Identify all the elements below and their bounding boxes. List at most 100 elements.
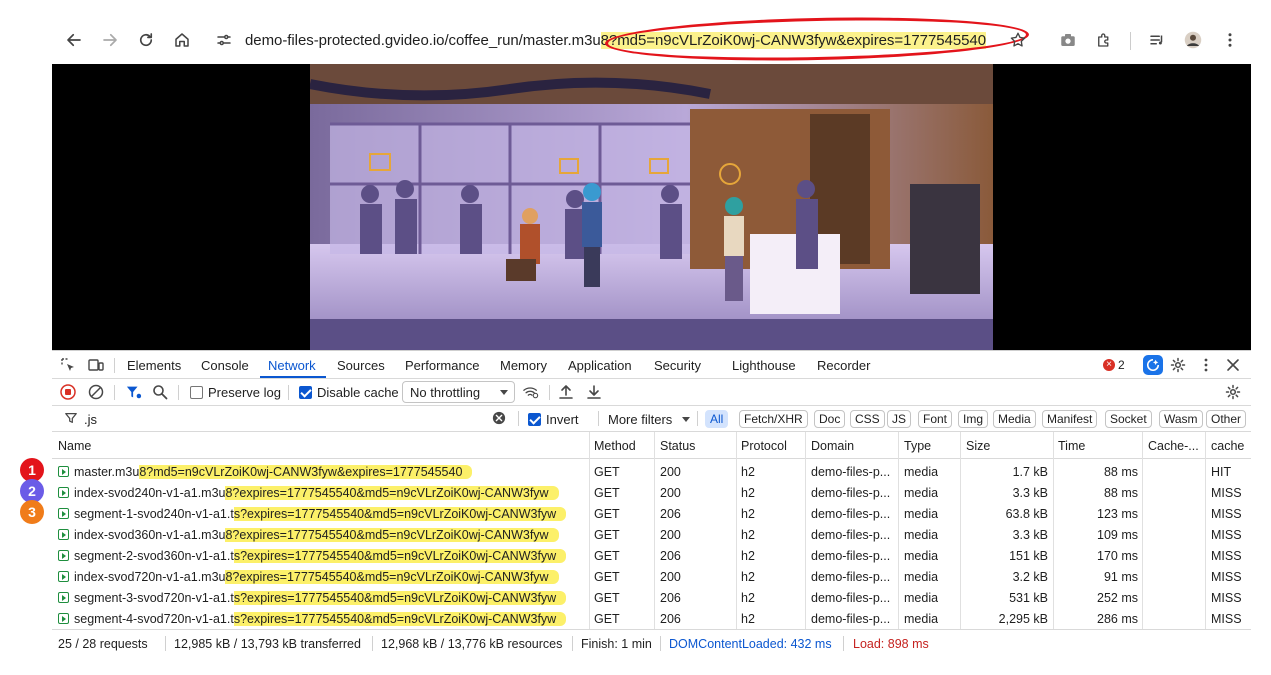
toolbar-divider	[1130, 32, 1131, 50]
devtools-menu-button[interactable]	[1198, 357, 1214, 373]
table-row[interactable]: master.m3u8?md5=n9cVLrZoiK0wj-CANW3fyw&e…	[52, 461, 1251, 482]
type-filter-doc[interactable]: Doc	[814, 410, 846, 428]
extensions-button[interactable]	[1092, 28, 1116, 52]
site-info-button[interactable]	[212, 28, 236, 52]
invert-checkbox[interactable]: Invert	[528, 412, 579, 427]
error-counter[interactable]: × 2	[1103, 358, 1125, 372]
type-filter-all[interactable]: All	[705, 410, 729, 428]
forward-button[interactable]	[98, 28, 122, 52]
video-player[interactable]	[52, 64, 1251, 350]
back-button[interactable]	[62, 28, 86, 52]
request-type: media	[904, 528, 939, 542]
media-control-button[interactable]	[1145, 28, 1169, 52]
preserve-log-checkbox[interactable]: Preserve log	[190, 385, 281, 400]
devtools-settings-button[interactable]	[1170, 357, 1186, 373]
request-query-highlight: 8?expires=1777545540&md5=n9cVLrZoiK0wj-C…	[225, 486, 559, 500]
request-name[interactable]: segment-2-svod360n-v1-a1.ts?expires=1777…	[58, 549, 588, 563]
table-row[interactable]: index-svod720n-v1-a1.m3u8?expires=177754…	[52, 566, 1251, 587]
type-filter-other[interactable]: Other	[1206, 410, 1247, 428]
tab-console[interactable]: Console	[201, 358, 249, 373]
type-filter-fetch-xhr[interactable]: Fetch/XHR	[739, 410, 808, 428]
type-filter-js[interactable]: JS	[887, 410, 912, 428]
type-filter-img[interactable]: Img	[958, 410, 989, 428]
export-har-button[interactable]	[586, 384, 602, 400]
column-header-domain[interactable]: Domain	[811, 439, 854, 453]
reload-button[interactable]	[134, 28, 158, 52]
clear-filter-button[interactable]	[492, 411, 506, 425]
address-bar[interactable]: demo-files-protected.gvideo.io/coffee_ru…	[212, 13, 1032, 65]
column-header-type[interactable]: Type	[904, 439, 931, 453]
type-filter-manifest[interactable]: Manifest	[1042, 410, 1098, 428]
request-status: 206	[660, 591, 681, 605]
ai-assistance-button[interactable]	[1143, 355, 1163, 375]
request-method: GET	[594, 507, 620, 521]
tab-network[interactable]: Network	[268, 358, 316, 373]
request-status: 200	[660, 486, 681, 500]
screenshot-button[interactable]	[1056, 28, 1080, 52]
record-button[interactable]	[60, 384, 76, 400]
column-header-cache[interactable]: cache	[1211, 439, 1244, 453]
column-header-cache-status[interactable]: Cache-...	[1148, 439, 1199, 453]
request-name[interactable]: segment-1-svod240n-v1-a1.ts?expires=1777…	[58, 507, 588, 521]
network-conditions-button[interactable]	[522, 384, 540, 400]
filter-icon	[126, 386, 142, 399]
search-icon	[153, 385, 168, 400]
inspect-element-button[interactable]	[60, 357, 76, 373]
request-name[interactable]: master.m3u8?md5=n9cVLrZoiK0wj-CANW3fyw&e…	[58, 465, 588, 479]
type-filter-css[interactable]: CSS	[850, 410, 885, 428]
tab-elements[interactable]: Elements	[127, 358, 181, 373]
table-row[interactable]: index-svod360n-v1-a1.m3u8?expires=177754…	[52, 524, 1251, 545]
network-status-bar: 25 / 28 requests 12,985 kB / 13,793 kB t…	[52, 629, 1251, 656]
table-row[interactable]: segment-2-svod360n-v1-a1.ts?expires=1777…	[52, 545, 1251, 566]
request-name[interactable]: segment-3-svod720n-v1-a1.ts?expires=1777…	[58, 591, 588, 605]
column-header-name[interactable]: Name	[58, 439, 91, 453]
throttling-select[interactable]: No throttling	[402, 381, 515, 403]
tab-recorder[interactable]: Recorder	[817, 358, 870, 373]
profile-avatar[interactable]	[1181, 28, 1205, 52]
import-har-button[interactable]	[558, 384, 574, 400]
filter-toggle-button[interactable]	[125, 384, 143, 400]
tab-lighthouse[interactable]: Lighthouse	[732, 358, 796, 373]
network-settings-button[interactable]	[1225, 384, 1241, 400]
tab-sources[interactable]: Sources	[337, 358, 385, 373]
invert-box[interactable]	[528, 413, 541, 426]
clear-button[interactable]	[88, 384, 104, 400]
request-protocol: h2	[741, 465, 755, 479]
tab-performance[interactable]: Performance	[405, 358, 479, 373]
table-row[interactable]: index-svod240n-v1-a1.m3u8?expires=177754…	[52, 482, 1251, 503]
column-header-protocol[interactable]: Protocol	[741, 439, 787, 453]
request-name[interactable]: segment-4-svod720n-v1-a1.ts?expires=1777…	[58, 612, 588, 626]
table-row[interactable]: segment-3-svod720n-v1-a1.ts?expires=1777…	[52, 587, 1251, 608]
column-header-status[interactable]: Status	[660, 439, 695, 453]
table-row[interactable]: segment-1-svod240n-v1-a1.ts?expires=1777…	[52, 503, 1251, 524]
browser-menu-button[interactable]	[1218, 28, 1242, 52]
scene-counter	[750, 234, 840, 314]
type-filter-font[interactable]: Font	[918, 410, 953, 428]
device-toolbar-button[interactable]	[88, 357, 104, 373]
request-name[interactable]: index-svod360n-v1-a1.m3u8?expires=177754…	[58, 528, 588, 542]
disable-cache-box[interactable]	[299, 386, 312, 399]
tab-application[interactable]: Application	[568, 358, 632, 373]
tab-memory[interactable]: Memory	[500, 358, 547, 373]
preserve-log-box[interactable]	[190, 386, 203, 399]
request-cache: MISS	[1211, 549, 1242, 563]
column-header-method[interactable]: Method	[594, 439, 636, 453]
request-time: 252 ms	[1097, 591, 1138, 605]
bookmark-button[interactable]	[1006, 28, 1030, 52]
search-button[interactable]	[152, 384, 168, 400]
filter-input[interactable]: .js	[84, 412, 97, 427]
type-filter-media[interactable]: Media	[993, 410, 1036, 428]
devtools-close-button[interactable]	[1225, 357, 1241, 373]
more-filters-dropdown[interactable]: More filters	[608, 412, 690, 427]
request-name[interactable]: index-svod720n-v1-a1.m3u8?expires=177754…	[58, 570, 588, 584]
tab-security[interactable]: Security	[654, 358, 701, 373]
column-header-time[interactable]: Time	[1058, 439, 1085, 453]
disable-cache-checkbox[interactable]: Disable cache	[299, 385, 399, 400]
column-header-size[interactable]: Size	[966, 439, 990, 453]
table-row[interactable]: segment-4-svod720n-v1-a1.ts?expires=1777…	[52, 608, 1251, 629]
type-filter-wasm[interactable]: Wasm	[1159, 410, 1203, 428]
media-file-icon	[58, 571, 69, 582]
type-filter-socket[interactable]: Socket	[1105, 410, 1152, 428]
request-name[interactable]: index-svod240n-v1-a1.m3u8?expires=177754…	[58, 486, 588, 500]
home-button[interactable]	[170, 28, 194, 52]
